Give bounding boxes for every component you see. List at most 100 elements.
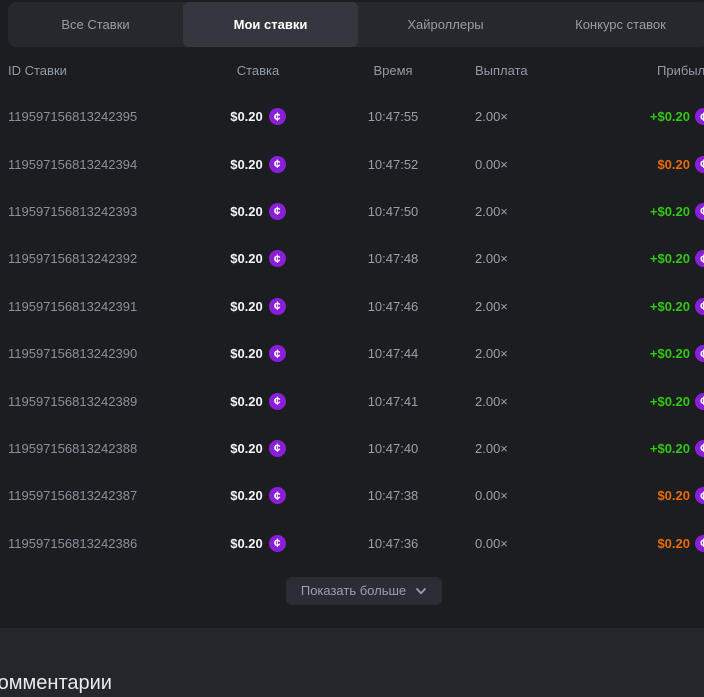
coin-icon: ¢: [269, 487, 286, 504]
coin-icon: ¢: [269, 393, 286, 410]
bet-profit: +$0.20: [650, 394, 690, 409]
header-bet: Ставка: [203, 63, 313, 78]
bet-time: 10:47:48: [313, 251, 473, 266]
coin-icon: ¢: [695, 250, 704, 267]
coin-icon: ¢: [269, 203, 286, 220]
table-row[interactable]: 119597156813242389 $0.20 ¢ 10:47:41 2.00…: [8, 377, 704, 424]
coin-icon: ¢: [695, 203, 704, 220]
bet-payout: 2.00×: [473, 204, 578, 219]
header-profit: Прибыль: [578, 63, 704, 78]
bet-profit-cell: $0.20 ¢: [578, 156, 704, 173]
coin-icon: ¢: [695, 487, 704, 504]
coin-icon: ¢: [695, 535, 704, 552]
bet-time: 10:47:40: [313, 441, 473, 456]
table-row[interactable]: 119597156813242386 $0.20 ¢ 10:47:36 0.00…: [8, 520, 704, 567]
table-row[interactable]: 119597156813242394 $0.20 ¢ 10:47:52 0.00…: [8, 140, 704, 187]
bet-amount-cell: $0.20 ¢: [203, 393, 313, 410]
table-header-row: ID Ставки Ставка Время Выплата Прибыль: [8, 47, 704, 93]
bet-id: 119597156813242394: [8, 157, 203, 172]
bet-amount: $0.20: [230, 157, 263, 172]
bet-id: 119597156813242391: [8, 299, 203, 314]
coin-icon: ¢: [695, 440, 704, 457]
bet-amount-cell: $0.20 ¢: [203, 487, 313, 504]
bet-payout: 2.00×: [473, 109, 578, 124]
bet-profit-cell: $0.20 ¢: [578, 535, 704, 552]
bet-amount: $0.20: [230, 251, 263, 266]
bet-amount-cell: $0.20 ¢: [203, 156, 313, 173]
bets-tab[interactable]: Все Ставки: [8, 2, 183, 47]
header-payout: Выплата: [473, 63, 578, 78]
coin-icon: ¢: [695, 156, 704, 173]
coin-icon: ¢: [269, 535, 286, 552]
table-row[interactable]: 119597156813242392 $0.20 ¢ 10:47:48 2.00…: [8, 235, 704, 282]
bet-amount-cell: $0.20 ¢: [203, 250, 313, 267]
table-body: 119597156813242395 $0.20 ¢ 10:47:55 2.00…: [8, 93, 704, 567]
bets-tab[interactable]: Конкурс ставок: [533, 2, 704, 47]
bet-payout: 0.00×: [473, 536, 578, 551]
bet-amount: $0.20: [230, 346, 263, 361]
bet-id: 119597156813242389: [8, 394, 203, 409]
bet-payout: 0.00×: [473, 157, 578, 172]
table-row[interactable]: 119597156813242391 $0.20 ¢ 10:47:46 2.00…: [8, 283, 704, 330]
bet-profit-cell: +$0.20 ¢: [578, 345, 704, 362]
header-bet-id: ID Ставки: [8, 63, 203, 78]
coin-icon: ¢: [695, 108, 704, 125]
bets-tab[interactable]: Хайроллеры: [358, 2, 533, 47]
comments-title: Комментарии: [0, 672, 704, 695]
show-more-label: Показать больше: [301, 583, 406, 598]
bet-time: 10:47:52: [313, 157, 473, 172]
header-time: Время: [313, 63, 473, 78]
show-more-button[interactable]: Показать больше: [286, 577, 442, 605]
bet-payout: 2.00×: [473, 394, 578, 409]
bet-amount: $0.20: [230, 488, 263, 503]
table-row[interactable]: 119597156813242388 $0.20 ¢ 10:47:40 2.00…: [8, 425, 704, 472]
bet-profit: $0.20: [657, 157, 690, 172]
coin-icon: ¢: [269, 345, 286, 362]
bet-amount: $0.20: [230, 441, 263, 456]
bet-payout: 0.00×: [473, 488, 578, 503]
bet-amount-cell: $0.20 ¢: [203, 440, 313, 457]
bet-profit: +$0.20: [650, 346, 690, 361]
bet-profit-cell: +$0.20 ¢: [578, 393, 704, 410]
bet-payout: 2.00×: [473, 346, 578, 361]
bets-tab-bar: Все Ставки Мои ставки Хайроллеры Конкурс…: [8, 2, 704, 47]
bet-id: 119597156813242388: [8, 441, 203, 456]
bet-id: 119597156813242390: [8, 346, 203, 361]
coin-icon: ¢: [269, 298, 286, 315]
bet-amount-cell: $0.20 ¢: [203, 298, 313, 315]
coin-icon: ¢: [269, 108, 286, 125]
bet-time: 10:47:38: [313, 488, 473, 503]
bet-amount: $0.20: [230, 536, 263, 551]
coin-icon: ¢: [695, 298, 704, 315]
coin-icon: ¢: [695, 345, 704, 362]
bet-amount-cell: $0.20 ¢: [203, 345, 313, 362]
bet-id: 119597156813242395: [8, 109, 203, 124]
bet-time: 10:47:50: [313, 204, 473, 219]
coin-icon: ¢: [269, 156, 286, 173]
bet-profit-cell: +$0.20 ¢: [578, 440, 704, 457]
table-row[interactable]: 119597156813242390 $0.20 ¢ 10:47:44 2.00…: [8, 330, 704, 377]
coin-icon: ¢: [269, 440, 286, 457]
table-row[interactable]: 119597156813242395 $0.20 ¢ 10:47:55 2.00…: [8, 93, 704, 140]
table-row[interactable]: 119597156813242393 $0.20 ¢ 10:47:50 2.00…: [8, 188, 704, 235]
bet-profit-cell: $0.20 ¢: [578, 487, 704, 504]
bet-profit: +$0.20: [650, 441, 690, 456]
bet-profit: +$0.20: [650, 109, 690, 124]
bet-time: 10:47:44: [313, 346, 473, 361]
bet-amount-cell: $0.20 ¢: [203, 108, 313, 125]
tab-label: Хайроллеры: [407, 17, 483, 32]
tab-label: Все Ставки: [61, 17, 129, 32]
bet-time: 10:47:55: [313, 109, 473, 124]
bet-id: 119597156813242393: [8, 204, 203, 219]
bet-amount: $0.20: [230, 394, 263, 409]
bet-payout: 2.00×: [473, 441, 578, 456]
bet-profit: $0.20: [657, 488, 690, 503]
bet-id: 119597156813242392: [8, 251, 203, 266]
bet-payout: 2.00×: [473, 299, 578, 314]
bet-time: 10:47:41: [313, 394, 473, 409]
bet-amount: $0.20: [230, 109, 263, 124]
table-row[interactable]: 119597156813242387 $0.20 ¢ 10:47:38 0.00…: [8, 472, 704, 519]
bet-amount: $0.20: [230, 204, 263, 219]
bet-profit-cell: +$0.20 ¢: [578, 298, 704, 315]
bets-tab[interactable]: Мои ставки: [183, 2, 358, 47]
